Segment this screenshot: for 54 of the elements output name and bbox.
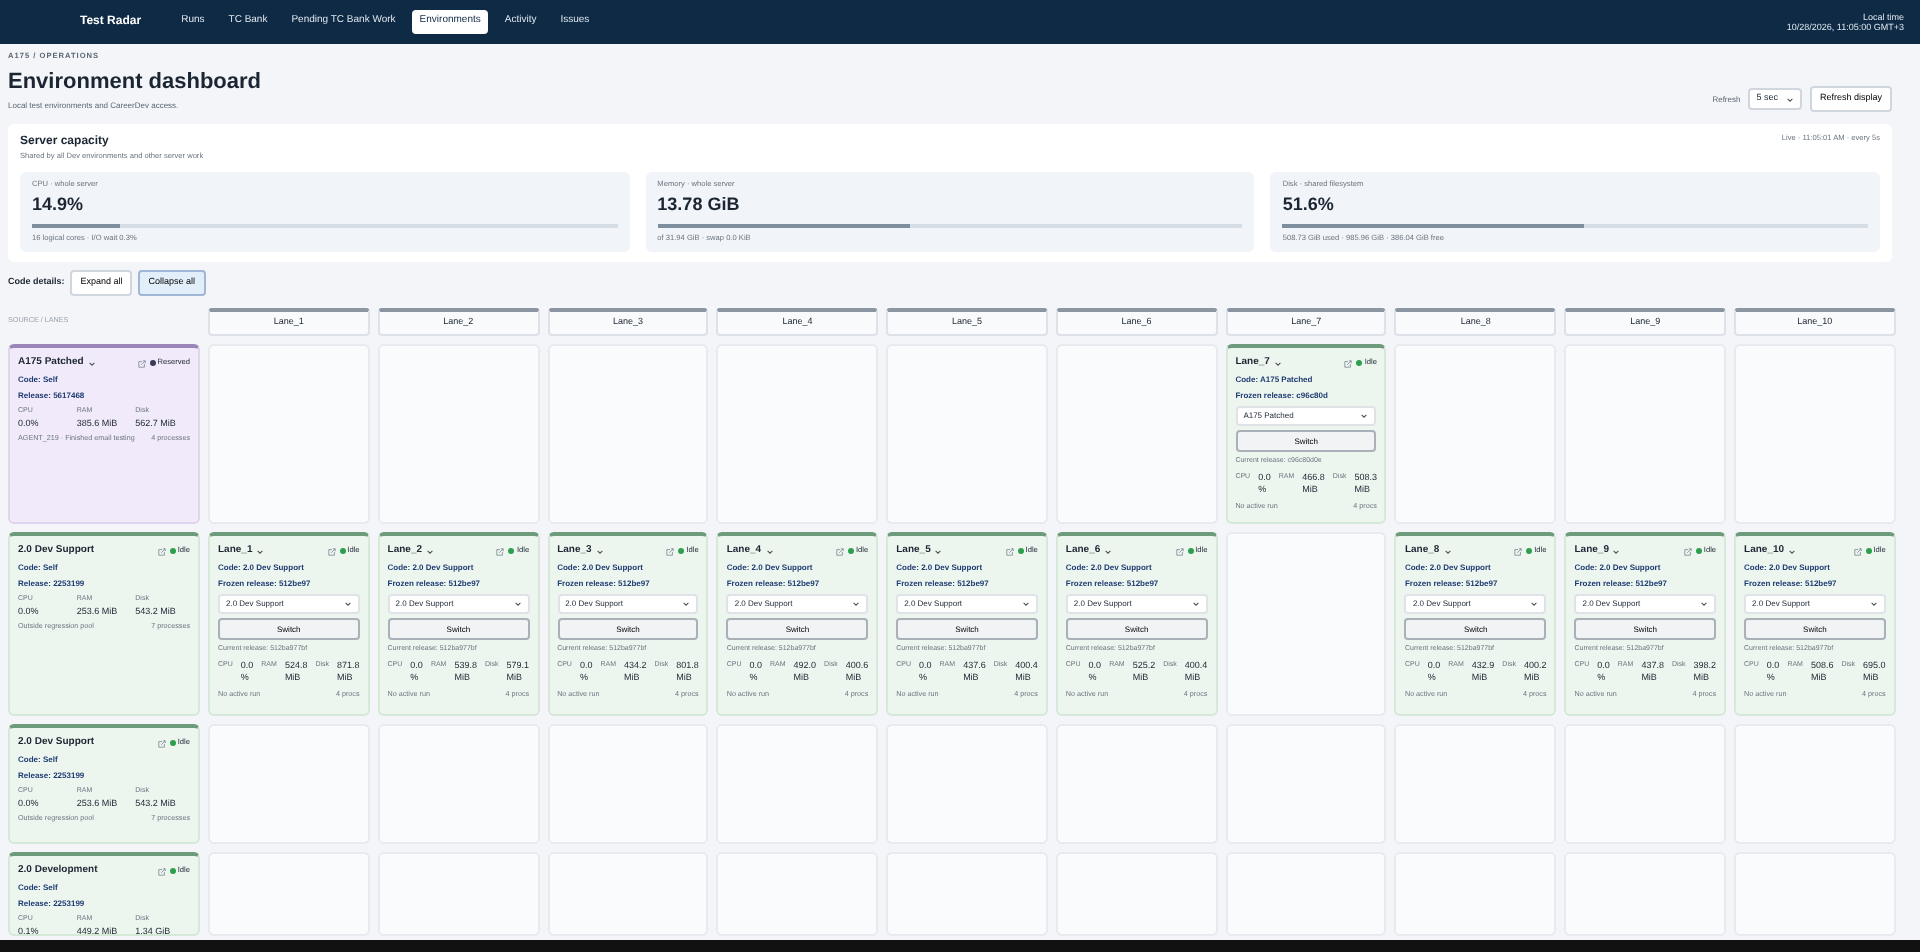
status-dot [169, 548, 176, 554]
status-dot [1695, 548, 1702, 554]
caret-icon [256, 547, 265, 555]
caret-icon [595, 547, 604, 555]
external-link-icon [1514, 547, 1523, 555]
caret-icon [1360, 412, 1369, 421]
status-dot [169, 740, 176, 746]
external-link-icon [1683, 547, 1692, 555]
status-dot [848, 548, 854, 554]
caret-icon [1785, 95, 1794, 104]
metric-value: 51.6% [1282, 191, 1336, 218]
external-link-icon [157, 739, 166, 747]
caret-icon [343, 600, 352, 609]
caret-icon [513, 600, 522, 609]
external-link-icon [666, 547, 675, 555]
caret-icon [682, 600, 691, 609]
caret-icon [1191, 600, 1200, 609]
caret-icon [1273, 359, 1282, 367]
caret-icon [1700, 600, 1709, 609]
external-link-icon [137, 359, 146, 367]
status-dot [1187, 548, 1194, 554]
caret-icon [1443, 547, 1452, 555]
caret-icon [1104, 547, 1113, 555]
caret-icon [87, 359, 96, 367]
status-dot [169, 868, 176, 874]
external-link-icon [157, 867, 166, 875]
external-link-icon [1853, 547, 1862, 555]
caret-icon [934, 547, 943, 555]
metric-value: 14.9% [32, 191, 86, 218]
caret-icon [765, 547, 774, 555]
caret-icon [1869, 600, 1878, 609]
external-link-icon [1175, 547, 1184, 555]
page-title: Environment dashboard [8, 67, 262, 98]
status-dot [678, 548, 685, 554]
status-dot [1356, 360, 1363, 366]
external-link-icon [496, 547, 505, 555]
external-link-icon [1005, 547, 1014, 555]
caret-icon [426, 547, 435, 555]
external-link-icon [836, 547, 844, 555]
external-link-icon [157, 547, 166, 555]
status-dot [1865, 548, 1872, 554]
caret-icon [1021, 600, 1030, 609]
status-dot [149, 360, 156, 366]
metric-value: 13.78 GiB [657, 191, 742, 218]
caret-icon [1788, 547, 1797, 555]
status-dot [1526, 548, 1533, 554]
caret-icon [852, 600, 861, 609]
status-dot [339, 548, 346, 554]
caret-icon [1530, 600, 1539, 609]
status-dot [1017, 548, 1024, 554]
external-link-icon [1344, 359, 1353, 367]
caret-icon [1612, 547, 1621, 555]
external-link-icon [327, 547, 336, 555]
status-dot [508, 548, 515, 554]
